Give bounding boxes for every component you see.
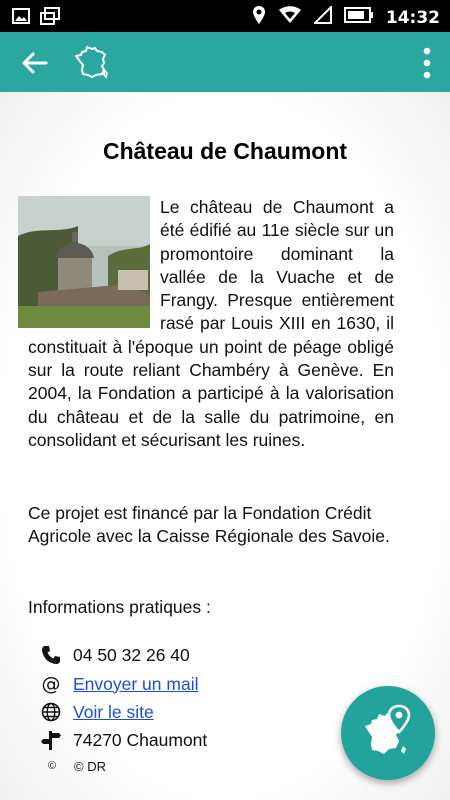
battery-icon (343, 7, 374, 28)
page-title: Château de Chaumont (102, 138, 348, 164)
address-text: 74270 Chaumont (73, 729, 208, 750)
info-row-phone[interactable]: 04 50 32 26 40 (40, 643, 190, 667)
location-icon (252, 5, 266, 30)
copyright-icon: © (47, 760, 57, 772)
france-map-pin-icon (365, 704, 411, 754)
info-row-credit: © © DR (44, 754, 106, 778)
globe-icon (40, 701, 62, 723)
image-icon (12, 7, 30, 30)
wifi-icon (278, 6, 302, 29)
info-heading: Informations pratiques : (28, 597, 211, 617)
back-arrow-icon[interactable] (20, 48, 50, 78)
website-link[interactable]: Voir le site (73, 702, 154, 723)
email-link[interactable]: Envoyer un mail (73, 674, 198, 695)
gallery-icon (40, 7, 60, 30)
chateau-photo (18, 196, 150, 328)
status-bar: 14:32 (0, 0, 450, 32)
app-bar (0, 32, 450, 92)
at-sign-icon: @ (41, 673, 61, 695)
article-text-block: Le château de Chaumont a été édifié au 1… (18, 196, 394, 452)
info-row-website[interactable]: Voir le site (40, 700, 154, 724)
phone-number[interactable]: 04 50 32 26 40 (73, 645, 190, 666)
phone-icon (40, 644, 62, 666)
info-row-email[interactable]: @ Envoyer un mail (40, 672, 199, 696)
clock: 14:32 (385, 7, 440, 28)
signpost-icon (40, 729, 62, 751)
article-paragraph-2: Ce projet est financé par la Fondation C… (28, 503, 390, 547)
photo-credit: © DR (74, 758, 106, 774)
signal-icon (312, 4, 332, 29)
overflow-menu-icon[interactable] (422, 46, 432, 80)
france-map-icon[interactable] (74, 44, 110, 80)
info-row-address: 74270 Chaumont (40, 728, 207, 752)
map-fab-button[interactable] (341, 686, 435, 780)
